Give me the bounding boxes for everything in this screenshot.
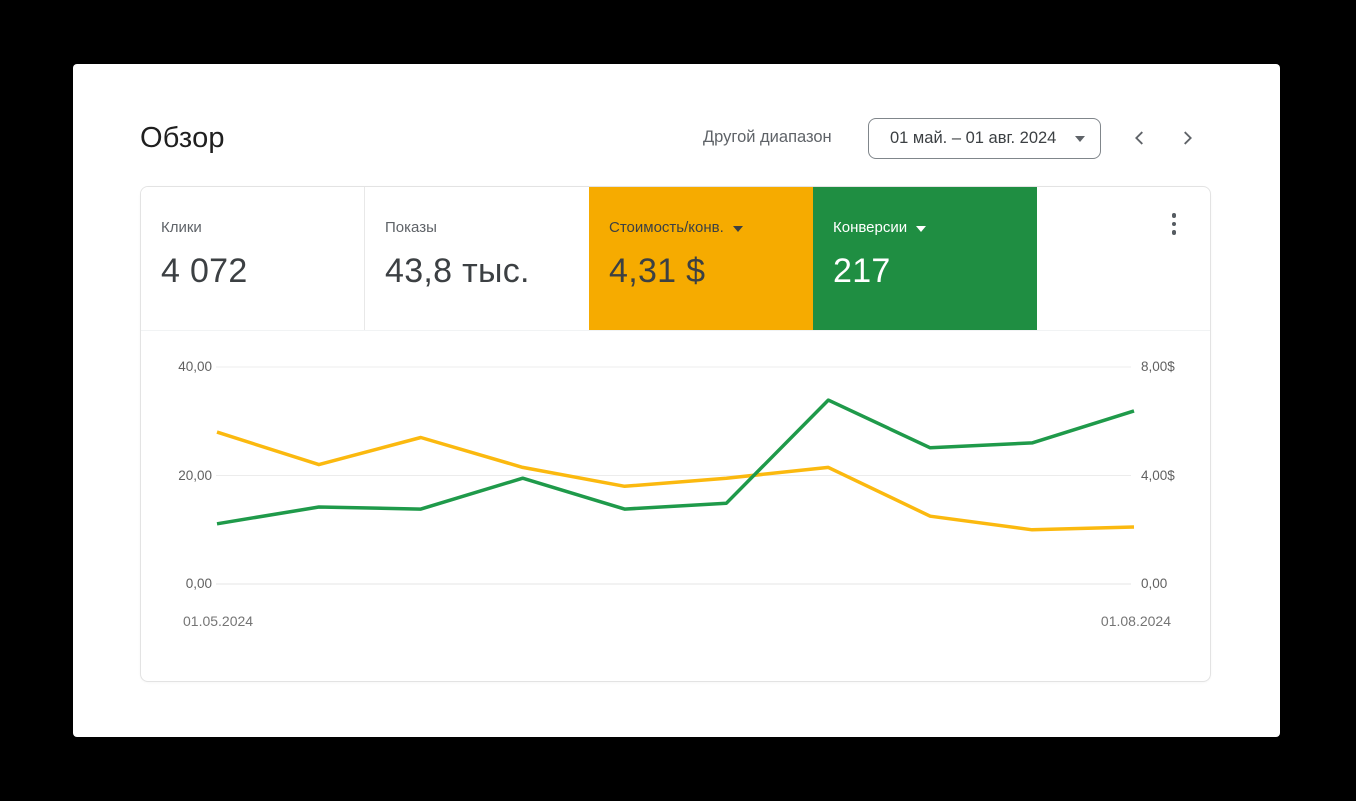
overview-card: Клики 4 072 Показы 43,8 тыс. Стоимость/к… <box>140 186 1211 682</box>
chevron-down-icon <box>1075 135 1085 142</box>
scorecard-clicks: Клики 4 072 <box>141 187 365 330</box>
overview-chart <box>216 366 1135 585</box>
next-range-button[interactable] <box>1174 125 1200 151</box>
overview-page: Обзор Другой диапазон 01 май. – 01 авг. … <box>73 64 1280 737</box>
x-axis-end-label: 01.08.2024 <box>1100 613 1171 629</box>
scorecard-value: 4 072 <box>161 252 248 290</box>
scorecard-label: Показы <box>385 219 437 236</box>
chevron-left-icon <box>1135 131 1143 145</box>
previous-range-button[interactable] <box>1127 125 1153 151</box>
date-range-label: Другой диапазон <box>703 128 832 146</box>
scorecard-cost-per-conversion[interactable]: Стоимость/конв. 4,31 $ <box>589 187 813 330</box>
kebab-menu-icon[interactable] <box>1164 210 1184 238</box>
scorecard-label: Конверсии <box>833 219 908 236</box>
cost-per-conversion-line <box>216 430 1135 532</box>
page-title: Обзор <box>140 122 225 154</box>
scorecard-label: Стоимость/конв. <box>609 219 724 236</box>
scorecard-value: 4,31 $ <box>609 252 706 290</box>
scorecard-value: 217 <box>833 252 891 290</box>
conversions-line <box>216 398 1135 526</box>
chevron-down-icon <box>732 225 743 232</box>
chevron-down-icon <box>916 225 927 232</box>
x-axis-start-label: 01.05.2024 <box>183 613 254 629</box>
date-range-value: 01 май. – 01 авг. 2024 <box>890 129 1057 147</box>
scorecard-impressions: Показы 43,8 тыс. <box>365 187 589 330</box>
chevron-right-icon <box>1184 131 1192 145</box>
scorecard-label: Клики <box>161 219 202 236</box>
scorecard-conversions[interactable]: Конверсии 217 <box>813 187 1037 330</box>
date-range-picker[interactable]: 01 май. – 01 авг. 2024 <box>868 118 1101 159</box>
card-menu-area <box>1037 187 1210 330</box>
overview-chart-area: 40,00 20,00 0,00 8,00$ 4,00$ 0,00 01.05.… <box>141 331 1210 681</box>
scorecard-row: Клики 4 072 Показы 43,8 тыс. Стоимость/к… <box>141 187 1210 331</box>
scorecard-value: 43,8 тыс. <box>385 252 530 290</box>
